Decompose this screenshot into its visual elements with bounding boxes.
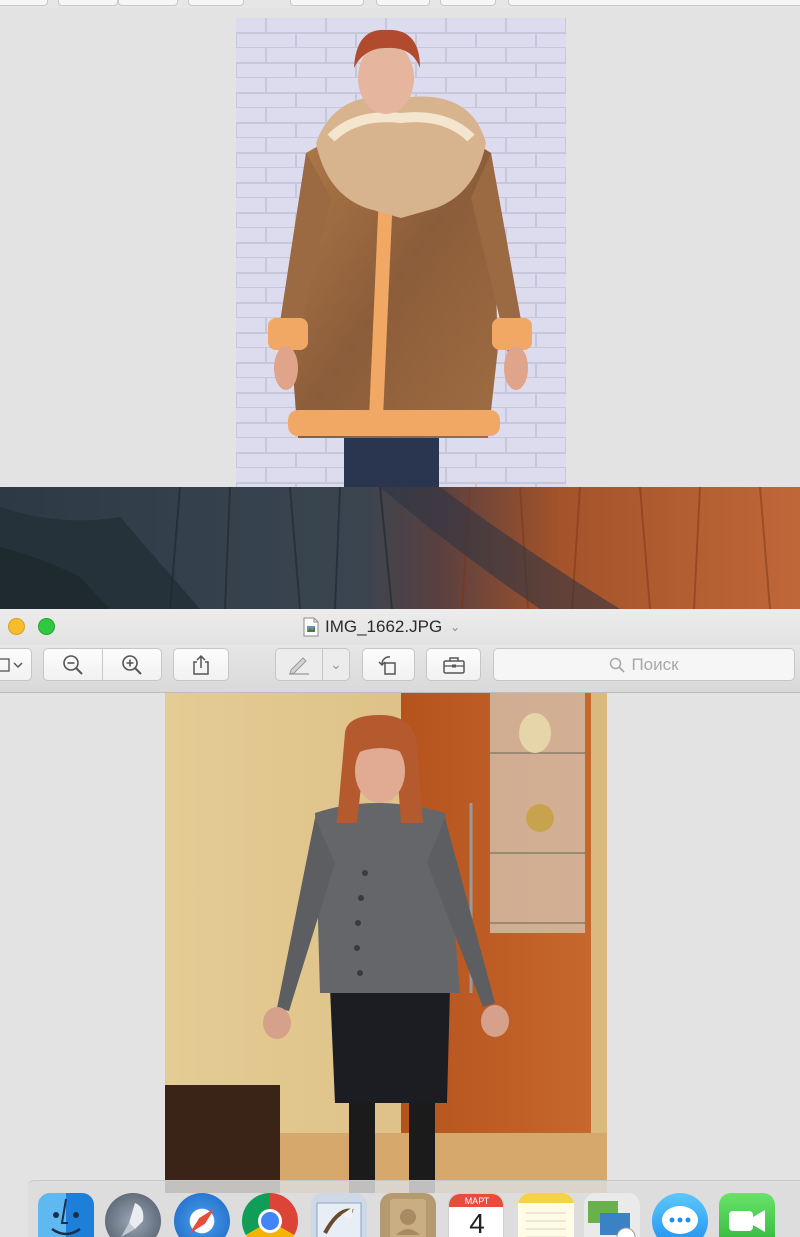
pen-icon <box>289 656 309 675</box>
zoom-button[interactable] <box>38 618 55 635</box>
messages-icon <box>662 1206 698 1234</box>
finder-icon <box>51 1198 81 1236</box>
share-icon <box>193 654 209 675</box>
markup-button[interactable] <box>275 648 323 681</box>
rotate-left-icon <box>377 655 396 675</box>
desktop-wallpaper <box>0 487 800 609</box>
search-field[interactable]: Поиск <box>493 648 795 681</box>
background-search-field[interactable] <box>508 0 800 6</box>
title-bar[interactable]: IMG_1662.JPG ⌄ <box>0 609 800 645</box>
contacts-icon <box>390 1199 426 1237</box>
rotate-button[interactable] <box>362 648 415 681</box>
photo-woman-in-coat <box>236 18 566 487</box>
window-title: IMG_1662.JPG <box>325 617 443 636</box>
dock-finder[interactable] <box>38 1193 94 1237</box>
facetime-icon <box>729 1210 765 1232</box>
zoom-in-button[interactable] <box>102 648 162 681</box>
dock-calendar[interactable]: МАРТ 4 <box>448 1193 504 1237</box>
zoom-in-icon <box>122 654 142 675</box>
sidebar-view-icon <box>0 657 23 672</box>
image-canvas <box>0 693 800 1237</box>
jpeg-document-icon <box>303 617 319 637</box>
title-chevron-icon[interactable]: ⌄ <box>450 620 460 634</box>
dock-launchpad[interactable] <box>105 1193 161 1237</box>
screen: IMG_1662.JPG ⌄ ⌄ Поиск МАРТ 4 <box>0 0 800 1237</box>
background-preview-window <box>0 0 800 487</box>
dock-messages[interactable] <box>652 1193 708 1237</box>
calendar-day: 4 <box>469 1208 485 1237</box>
dock-safari[interactable] <box>174 1193 230 1237</box>
view-menu-button[interactable] <box>0 648 32 681</box>
preview-window: IMG_1662.JPG ⌄ ⌄ Поиск <box>0 609 800 1237</box>
photo-woman-in-room <box>165 693 607 1193</box>
share-button[interactable] <box>173 648 229 681</box>
photos-icon <box>588 1201 636 1237</box>
background-toolbar-button[interactable] <box>376 0 430 6</box>
mail-icon <box>316 1202 362 1237</box>
calendar-month: МАРТ <box>464 1196 490 1206</box>
toolbar: ⌄ Поиск <box>0 645 800 693</box>
launchpad-icon <box>121 1203 144 1237</box>
background-toolbar-strip <box>0 0 800 8</box>
safari-icon <box>189 1208 215 1234</box>
zoom-out-icon <box>63 654 83 675</box>
dock-chrome[interactable] <box>242 1193 298 1237</box>
dock-notes[interactable] <box>518 1193 574 1237</box>
background-toolbar-button[interactable] <box>290 0 364 6</box>
dock: МАРТ 4 <box>28 1180 800 1237</box>
markup-toolbar-button[interactable] <box>426 648 481 681</box>
search-icon <box>610 657 626 673</box>
chrome-icon <box>258 1209 282 1233</box>
chevron-down-icon: ⌄ <box>330 656 342 672</box>
background-toolbar-button[interactable] <box>58 0 118 6</box>
search-placeholder: Поиск <box>631 654 679 674</box>
dock-facetime[interactable] <box>719 1193 775 1237</box>
zoom-out-button[interactable] <box>43 648 103 681</box>
notes-icon <box>518 1193 574 1237</box>
markup-menu-button[interactable]: ⌄ <box>322 648 350 681</box>
dock-contacts[interactable] <box>380 1193 436 1237</box>
toolbox-icon <box>442 656 465 674</box>
background-toolbar-button[interactable] <box>440 0 496 6</box>
dock-mail[interactable] <box>311 1193 367 1237</box>
background-toolbar-button[interactable] <box>188 0 244 6</box>
minimize-button[interactable] <box>8 618 25 635</box>
window-title-group[interactable]: IMG_1662.JPG ⌄ <box>303 615 460 639</box>
background-toolbar-button[interactable] <box>0 0 48 6</box>
dock-photos[interactable] <box>584 1193 640 1237</box>
background-toolbar-button[interactable] <box>118 0 178 6</box>
